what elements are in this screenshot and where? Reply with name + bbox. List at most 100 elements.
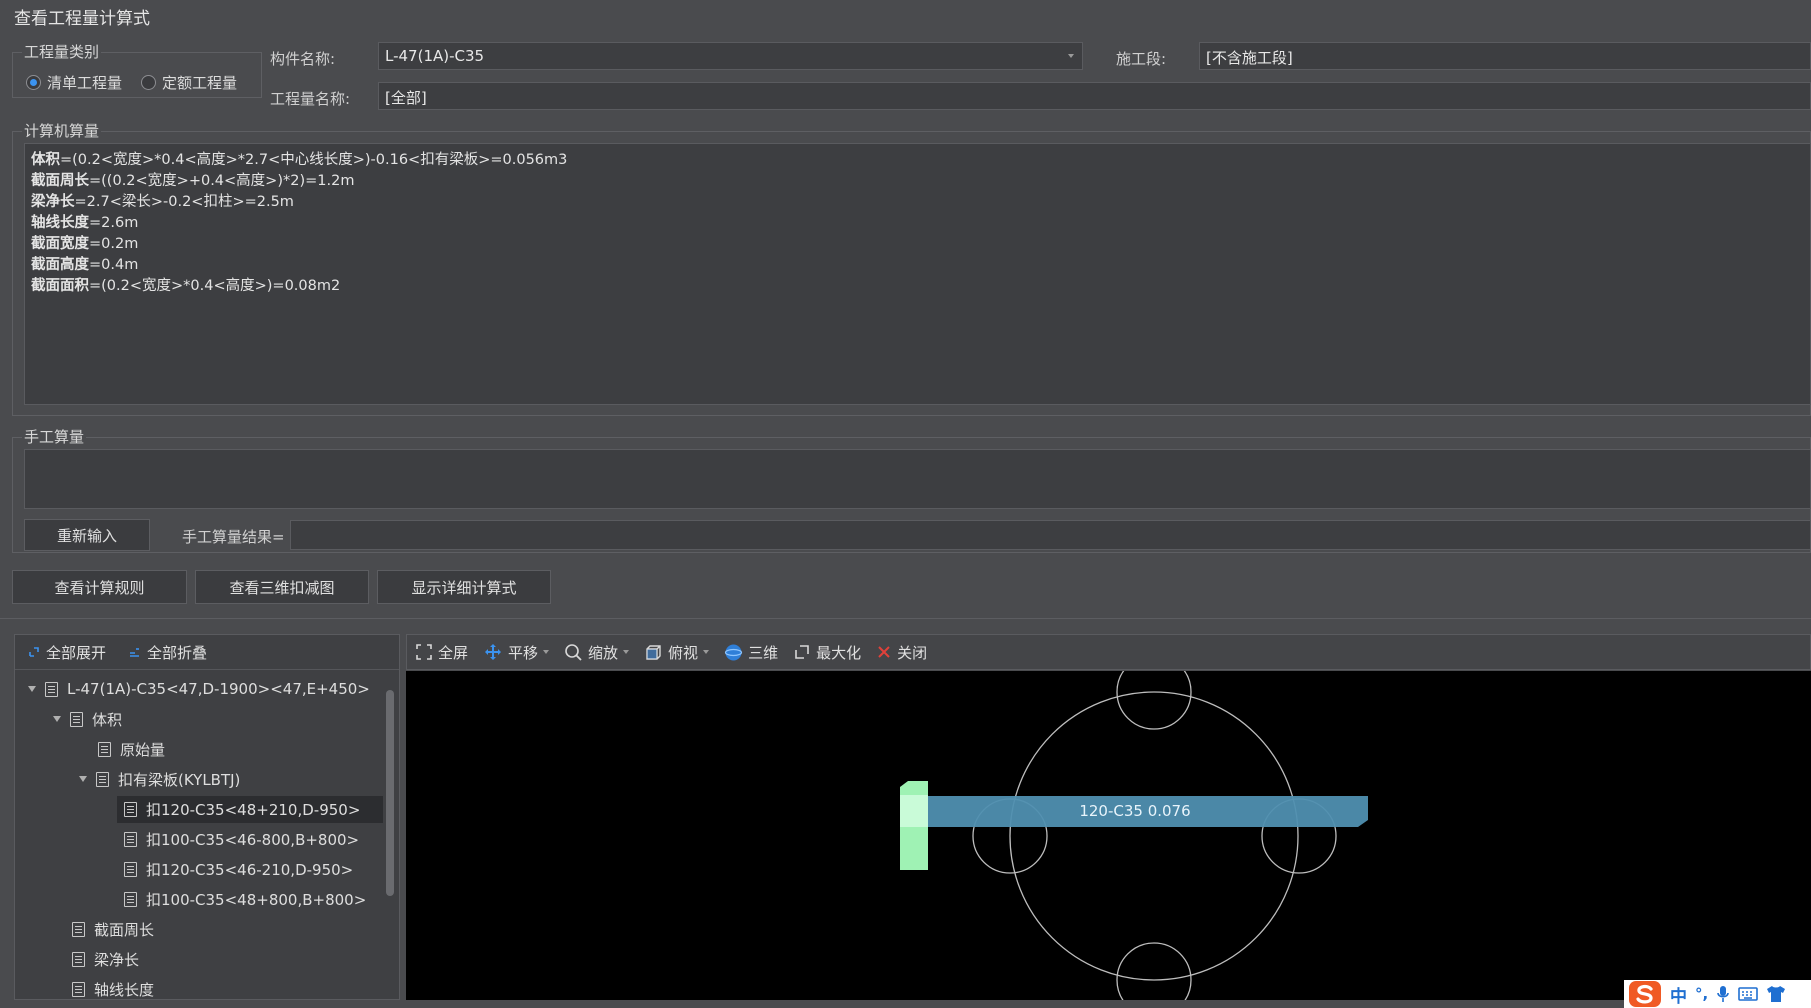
tree-node[interactable]: 原始量 — [98, 736, 165, 762]
tree-node-label: 梁净长 — [94, 950, 140, 969]
formula-line: 梁净长=2.7<梁长>-0.2<扣柱>=2.5m — [31, 194, 294, 210]
keyboard-icon[interactable] — [1738, 986, 1759, 1002]
radio-quota-label: 定额工程量 — [162, 74, 238, 92]
collapse-all-label: 全部折叠 — [147, 643, 208, 662]
computer-calc-legend: 计算机算量 — [22, 120, 102, 141]
collapse-all-button[interactable]: 全部折叠 — [128, 642, 207, 663]
show-detail-formula-button[interactable]: 显示详细计算式 — [377, 570, 551, 604]
three-d-label: 三维 — [748, 643, 779, 662]
tree-node-selected[interactable]: 扣120-C35<48+210,D-950> — [124, 796, 360, 822]
document-icon — [124, 891, 137, 907]
tree-node-label: 扣有梁板(KYLBTJ) — [118, 770, 241, 789]
microphone-icon[interactable] — [1716, 985, 1730, 1003]
manual-calc-input[interactable] — [24, 449, 1811, 509]
tree-scrollbar[interactable] — [386, 690, 394, 896]
window-title: 查看工程量计算式 — [14, 9, 150, 29]
tree-node-label: L-47(1A)-C35<47,D-1900><47,E+450> — [67, 680, 370, 698]
tree-node[interactable]: 扣100-C35<48+800,B+800> — [124, 886, 366, 912]
close-view-button[interactable]: 关闭 — [876, 642, 927, 663]
document-icon — [70, 711, 83, 727]
top-view-button[interactable]: 俯视 — [644, 642, 710, 663]
tree-toolbar: 全部展开 全部折叠 — [15, 635, 399, 670]
component-name-combo[interactable]: L-47(1A)-C35 — [378, 42, 1083, 70]
tree-node[interactable]: 轴线长度 — [72, 976, 154, 1002]
slab-small-circle-top — [1116, 654, 1192, 730]
quantity-name-label: 工程量名称: — [270, 90, 351, 108]
reenter-button[interactable]: 重新输入 — [24, 519, 150, 551]
tree-node[interactable]: 体积 — [53, 706, 122, 732]
formula-line: 截面宽度=0.2m — [31, 236, 139, 252]
zoom-label: 缩放 — [588, 643, 619, 662]
expand-icon — [29, 647, 39, 657]
expand-arrow-icon[interactable] — [28, 686, 36, 692]
skin-shirt-icon[interactable] — [1766, 985, 1786, 1003]
document-icon — [124, 861, 137, 877]
radio-bill-quantity[interactable]: 清单工程量 — [26, 72, 122, 93]
ime-tray: 中 °, — [1624, 980, 1811, 1008]
component-name-label: 构件名称: — [270, 50, 336, 68]
sogou-logo-icon[interactable] — [1628, 980, 1662, 1008]
ime-language-toggle[interactable]: 中 — [1670, 982, 1687, 1007]
stage-label: 施工段: — [1116, 50, 1167, 68]
column-face — [900, 795, 928, 827]
close-label: 关闭 — [897, 643, 928, 662]
document-icon — [45, 681, 58, 697]
tree-node[interactable]: L-47(1A)-C35<47,D-1900><47,E+450> — [28, 676, 370, 702]
quantity-type-legend: 工程量类别 — [22, 41, 102, 62]
formula-line: 截面高度=0.4m — [31, 257, 139, 273]
sphere-3d-icon — [724, 644, 743, 660]
chevron-down-icon[interactable] — [703, 650, 710, 654]
tree-node-label: 扣120-C35<48+210,D-950> — [146, 800, 361, 819]
view-calc-rules-button[interactable]: 查看计算规则 — [12, 570, 187, 604]
radio-quota-quantity[interactable]: 定额工程量 — [141, 72, 237, 93]
view-3d-deduction-button[interactable]: 查看三维扣减图 — [195, 570, 369, 604]
document-icon — [72, 921, 85, 937]
tree-node-label: 体积 — [92, 710, 123, 729]
manual-result-field[interactable] — [290, 520, 1811, 550]
tree-node[interactable]: 截面周长 — [72, 916, 154, 942]
tree-node-label: 扣100-C35<48+800,B+800> — [146, 890, 367, 909]
close-icon — [878, 646, 890, 658]
pan-button[interactable]: 平移 — [483, 642, 550, 663]
quantity-name-combo[interactable]: [全部] — [378, 82, 1811, 110]
calc-formula-text[interactable]: 体积=(0.2<宽度>*0.4<高度>*2.7<中心线长度>)-0.16<扣有梁… — [24, 143, 1811, 405]
chevron-down-icon — [1068, 54, 1074, 58]
zoom-button[interactable]: 缩放 — [564, 642, 630, 663]
ime-punctuation-toggle[interactable]: °, — [1695, 985, 1708, 1003]
stage-combo[interactable]: [不含施工段] — [1199, 42, 1811, 70]
formula-line: 截面面积=(0.2<宽度>*0.4<高度>)=0.08m2 — [31, 278, 341, 294]
radio-dot — [141, 75, 156, 90]
maximize-label: 最大化 — [816, 643, 862, 662]
slab-label: 120-C35 0.076 — [1079, 802, 1190, 820]
tree-node[interactable]: 扣100-C35<46-800,B+800> — [124, 826, 359, 852]
slab-small-circle-bottom — [1116, 942, 1192, 1008]
radio-dot-selected — [26, 75, 41, 90]
radio-bill-label: 清单工程量 — [47, 74, 123, 92]
tree-node[interactable]: 扣有梁板(KYLBTJ) — [79, 766, 240, 792]
manual-result-label: 手工算量结果= — [182, 528, 285, 546]
slab-outline-circle — [1009, 691, 1299, 981]
tree-node-label: 原始量 — [120, 740, 166, 759]
expand-arrow-icon[interactable] — [53, 716, 61, 722]
formula-line: 体积=(0.2<宽度>*0.4<高度>*2.7<中心线长度>)-0.16<扣有梁… — [31, 152, 568, 168]
cube-icon — [646, 644, 661, 660]
fullscreen-button[interactable]: 全屏 — [415, 642, 468, 663]
pan-label: 平移 — [508, 643, 539, 662]
deduction-3d-canvas[interactable]: 120-C35 0.076 — [406, 654, 1811, 1008]
maximize-icon — [795, 645, 809, 659]
tree-node[interactable]: 扣120-C35<46-210,D-950> — [124, 856, 353, 882]
chevron-down-icon[interactable] — [623, 650, 630, 654]
tree-node[interactable]: 梁净长 — [72, 946, 139, 972]
expand-all-button[interactable]: 全部展开 — [27, 642, 106, 663]
document-icon — [124, 831, 137, 847]
separator — [0, 618, 1811, 619]
document-icon — [72, 951, 85, 967]
formula-line: 截面周长=((0.2<宽度>+0.4<高度>)*2)=1.2m — [31, 173, 355, 189]
expand-all-label: 全部展开 — [46, 643, 107, 662]
maximize-button[interactable]: 最大化 — [793, 642, 861, 663]
three-d-button[interactable]: 三维 — [724, 642, 778, 663]
stage-value: [不含施工段] — [1206, 49, 1293, 67]
expand-arrow-icon[interactable] — [79, 776, 87, 782]
document-icon — [124, 801, 137, 817]
chevron-down-icon[interactable] — [543, 650, 550, 654]
